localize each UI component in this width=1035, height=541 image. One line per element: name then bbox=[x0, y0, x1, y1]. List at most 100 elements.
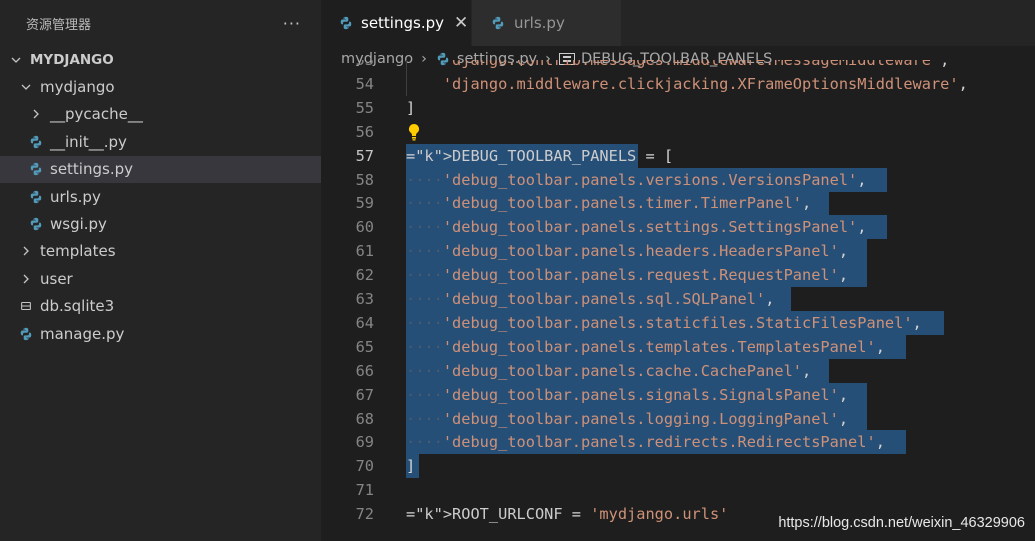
tree-file[interactable]: __init__.py bbox=[0, 128, 321, 155]
line-number: 63 bbox=[355, 290, 374, 308]
line-number: 60 bbox=[355, 218, 374, 237]
code-line: 61 ····'debug_toolbar.panels.headers.Head… bbox=[321, 239, 1035, 264]
lightbulb-icon[interactable] bbox=[407, 120, 425, 144]
code-text: ] bbox=[406, 98, 416, 117]
code-line: 60 ····'debug_toolbar.panels.settings.Set… bbox=[321, 215, 1035, 240]
code-text: ····'debug_toolbar.panels.settings.Setti… bbox=[406, 218, 867, 237]
tree-item-label: templates bbox=[40, 242, 116, 261]
line-number: 54 bbox=[355, 74, 374, 93]
code-line: 70] bbox=[321, 454, 1035, 479]
code-line: 65 ····'debug_toolbar.panels.templates.Te… bbox=[321, 334, 1035, 359]
line-number: 65 bbox=[355, 337, 374, 356]
code-line: 58 ····'debug_toolbar.panels.versions.Ver… bbox=[321, 167, 1035, 192]
chevron-down-icon bbox=[8, 52, 24, 68]
watermark: https://blog.csdn.net/weixin_46329906 bbox=[778, 515, 1025, 531]
file-tree: MYDJANGO mydjango __pycache__ __init__.pyse… bbox=[0, 46, 321, 347]
explorer-header: 资源管理器 ··· bbox=[0, 0, 321, 46]
tab-settings-py[interactable]: settings.py ✕ bbox=[321, 0, 471, 46]
line-number: 58 bbox=[355, 170, 374, 189]
code-line: 67 ····'debug_toolbar.panels.signals.Sign… bbox=[321, 382, 1035, 407]
code-text: ····'debug_toolbar.panels.templates.Temp… bbox=[406, 337, 885, 356]
python-file-icon bbox=[28, 161, 44, 177]
chevron-down-icon bbox=[18, 79, 34, 95]
line-number: 59 bbox=[355, 194, 374, 213]
code-text: ····'debug_toolbar.panels.request.Reques… bbox=[406, 266, 849, 285]
code-line: 59 ····'debug_toolbar.panels.timer.TimerP… bbox=[321, 191, 1035, 216]
line-number: 62 bbox=[355, 266, 374, 285]
tree-item-label: mydjango bbox=[40, 78, 115, 97]
tree-item-label: __init__.py bbox=[50, 132, 127, 151]
code-line: 62 ····'debug_toolbar.panels.request.Requ… bbox=[321, 263, 1035, 288]
code-line: 57 ="k">DEBUG_TOOLBAR_PANELS = [ bbox=[321, 143, 1035, 168]
editor-tab-bar: settings.py ✕ urls.py bbox=[321, 0, 1035, 46]
code-text: ····'debug_toolbar.panels.timer.TimerPan… bbox=[406, 194, 812, 213]
code-text: 'django.middleware.clickjacking.XFrameOp… bbox=[442, 74, 968, 93]
code-text: ] bbox=[406, 457, 416, 476]
code-line: 68 ····'debug_toolbar.panels.logging.Logg… bbox=[321, 406, 1035, 431]
python-file-icon bbox=[490, 15, 506, 31]
tree-folder[interactable]: user bbox=[0, 265, 321, 292]
code-text: ····'debug_toolbar.panels.headers.Header… bbox=[406, 242, 849, 261]
code-editor[interactable]: 53 'django.contrib.messages.middleware.M… bbox=[321, 60, 1035, 541]
chevron-right-icon bbox=[18, 243, 34, 259]
line-number: 72 bbox=[355, 505, 374, 524]
code-line: 71 bbox=[321, 478, 1035, 502]
tree-file[interactable]: settings.py bbox=[0, 155, 321, 183]
tree-item-label: MYDJANGO bbox=[30, 51, 114, 68]
python-file-icon bbox=[339, 15, 353, 31]
tree-file[interactable]: db.sqlite3 bbox=[0, 293, 321, 320]
code-line: 56 bbox=[321, 120, 1035, 144]
tree-folder[interactable]: templates bbox=[0, 238, 321, 265]
code-line: 69 ····'debug_toolbar.panels.redirects.Re… bbox=[321, 430, 1035, 455]
python-file-icon bbox=[28, 134, 44, 150]
code-line: 54 'django.middleware.clickjacking.XFram… bbox=[321, 71, 1035, 96]
python-file-icon bbox=[28, 216, 44, 232]
code-text: ····'debug_toolbar.panels.sql.SQLPanel', bbox=[406, 290, 775, 308]
close-icon[interactable]: ✕ bbox=[454, 13, 468, 33]
code-text: ····'debug_toolbar.panels.signals.Signal… bbox=[406, 385, 849, 404]
chevron-right-icon bbox=[28, 106, 44, 122]
line-number: 56 bbox=[355, 122, 374, 141]
tree-file[interactable]: urls.py bbox=[0, 183, 321, 210]
tree-folder[interactable]: __pycache__ bbox=[0, 101, 321, 128]
code-text: 'django.contrib.messages.middleware.Mess… bbox=[442, 60, 950, 69]
line-number: 55 bbox=[355, 98, 374, 117]
code-text: ="k">ROOT_URLCONF = 'mydjango.urls' bbox=[406, 505, 729, 524]
explorer-sidebar: 资源管理器 ··· MYDJANGO mydjango __pycache__ __i… bbox=[0, 0, 321, 541]
code-text: ····'debug_toolbar.panels.cache.CachePan… bbox=[406, 361, 812, 380]
database-file-icon bbox=[18, 298, 34, 314]
tab-label: urls.py bbox=[514, 14, 565, 32]
line-number: 66 bbox=[355, 361, 374, 380]
code-text: ····'debug_toolbar.panels.redirects.Redi… bbox=[406, 433, 885, 452]
code-line: 53 'django.contrib.messages.middleware.M… bbox=[321, 60, 1035, 72]
line-number: 53 bbox=[355, 60, 374, 69]
code-text: ····'debug_toolbar.panels.staticfiles.St… bbox=[406, 313, 922, 332]
code-text: ····'debug_toolbar.panels.logging.Loggin… bbox=[406, 409, 849, 428]
more-actions-icon[interactable]: ··· bbox=[283, 14, 301, 33]
code-line: 64 ····'debug_toolbar.panels.staticfiles.… bbox=[321, 310, 1035, 335]
tree-folder[interactable]: mydjango bbox=[0, 73, 321, 100]
code-text: ="k">DEBUG_TOOLBAR_PANELS = [ bbox=[406, 146, 674, 165]
code-line: 66 ····'debug_toolbar.panels.cache.CacheP… bbox=[321, 358, 1035, 383]
tree-item-label: db.sqlite3 bbox=[40, 297, 115, 316]
line-number: 71 bbox=[355, 481, 374, 500]
tree-file[interactable]: manage.py bbox=[0, 320, 321, 347]
line-number: 61 bbox=[355, 242, 374, 261]
line-number: 67 bbox=[355, 385, 374, 404]
tree-item-label: user bbox=[40, 269, 73, 288]
code-line: 55] bbox=[321, 96, 1035, 120]
tree-root[interactable]: MYDJANGO bbox=[0, 46, 321, 73]
line-number: 69 bbox=[355, 433, 374, 452]
line-number: 64 bbox=[355, 313, 374, 332]
code-line: 63 ····'debug_toolbar.panels.sql.SQLPanel… bbox=[321, 287, 1035, 311]
tree-file[interactable]: wsgi.py bbox=[0, 210, 321, 237]
python-file-icon bbox=[28, 189, 44, 205]
line-number: 68 bbox=[355, 409, 374, 428]
tab-label: settings.py bbox=[361, 14, 444, 32]
tree-item-label: manage.py bbox=[40, 324, 125, 343]
line-number: 70 bbox=[355, 457, 374, 476]
tree-item-label: wsgi.py bbox=[50, 215, 107, 234]
tree-item-label: settings.py bbox=[50, 160, 133, 179]
tree-item-label: urls.py bbox=[50, 187, 101, 206]
tab-urls-py[interactable]: urls.py bbox=[471, 0, 621, 46]
